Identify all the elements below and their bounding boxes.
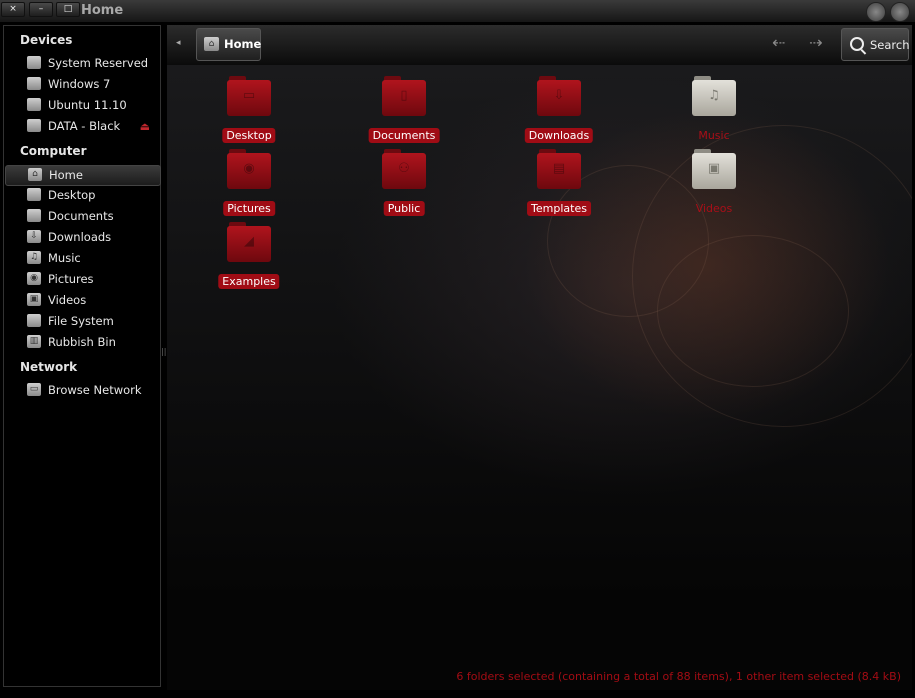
minimize-button[interactable]: – — [29, 2, 53, 17]
devices-header: Devices — [20, 33, 73, 47]
maximize-button[interactable]: □ — [56, 2, 80, 17]
folder-label: Pictures — [223, 201, 275, 216]
videos-folder-icon: ▣ — [692, 149, 736, 189]
sidebar-item-videos[interactable]: ▣ Videos — [5, 291, 159, 310]
status-bar-text: 6 folders selected (containing a total o… — [456, 670, 901, 683]
breadcrumb-label: Home — [224, 37, 262, 51]
sidebar-item-label: Downloads — [48, 230, 112, 244]
sidebar-item-rubbish-bin[interactable]: ▥ Rubbish Bin — [5, 333, 159, 352]
sidebar-item-home[interactable]: ⌂ Home — [5, 165, 161, 186]
folder-label: Templates — [527, 201, 591, 216]
home-folder-icon: ⌂ — [28, 168, 42, 181]
documents-folder-icon: ▯ — [382, 76, 426, 116]
drive-icon — [27, 119, 41, 132]
sidebar-item-windows-7[interactable]: Windows 7 — [5, 75, 159, 94]
sidebar-item-label: Ubuntu 11.10 — [48, 98, 127, 112]
sidebar-item-pictures[interactable]: ◉ Pictures — [5, 270, 159, 289]
sidebar-item-ubuntu[interactable]: Ubuntu 11.10 — [5, 96, 159, 115]
sidebar-item-music[interactable]: ♫ Music — [5, 249, 159, 268]
eject-icon[interactable]: ⏏ — [140, 120, 150, 133]
desktop-folder-icon — [27, 188, 41, 201]
folder-label: Examples — [218, 274, 280, 289]
sidebar-item-file-system[interactable]: File System — [5, 312, 159, 331]
sidebar-item-downloads[interactable]: ⇩ Downloads — [5, 228, 159, 247]
videos-folder-icon: ▣ — [27, 293, 41, 306]
music-folder-icon: ♫ — [27, 251, 41, 264]
drive-icon — [27, 98, 41, 111]
pictures-folder-icon: ◉ — [27, 272, 41, 285]
power-icon[interactable] — [866, 2, 886, 22]
pane-splitter-handle[interactable]: || — [161, 347, 166, 363]
trash-icon: ▥ — [27, 335, 41, 348]
folder-videos[interactable]: ▣ Videos — [664, 149, 764, 215]
sidebar-item-desktop[interactable]: Desktop — [5, 186, 159, 205]
folder-desktop[interactable]: ▭ Desktop — [199, 76, 299, 143]
examples-folder-icon: ◢ — [227, 222, 271, 262]
back-button[interactable]: ⇠ — [772, 33, 785, 52]
pictures-folder-icon: ◉ — [227, 149, 271, 189]
folder-documents[interactable]: ▯ Documents — [354, 76, 454, 143]
public-folder-icon: ⚇ — [382, 149, 426, 189]
computer-header: Computer — [20, 144, 87, 158]
sidebar-item-label: Desktop — [48, 188, 96, 202]
templates-folder-icon: ▤ — [537, 149, 581, 189]
network-header: Network — [20, 360, 78, 374]
breadcrumb-scroll-left-icon[interactable]: ◂ — [176, 38, 181, 48]
folder-examples[interactable]: ◢ Examples — [199, 222, 299, 289]
sidebar-item-label: Rubbish Bin — [48, 335, 116, 349]
documents-folder-icon — [27, 209, 41, 222]
location-toolbar — [167, 25, 912, 65]
sidebar-item-label: Home — [49, 168, 83, 182]
sidebar-item-documents[interactable]: Documents — [5, 207, 159, 226]
folder-label: Documents — [368, 128, 440, 143]
search-button[interactable]: Search — [841, 28, 910, 61]
sidebar-item-label: System Reserved — [48, 56, 149, 70]
network-icon: ▭ — [27, 383, 41, 396]
sidebar-item-browse-network[interactable]: ▭ Browse Network — [5, 381, 159, 400]
sidebar-item-system-reserved[interactable]: System Reserved — [5, 54, 159, 73]
folder-templates[interactable]: ▤ Templates — [509, 149, 609, 216]
drive-icon — [27, 77, 41, 90]
forward-button[interactable]: ⇢ — [809, 33, 822, 52]
folder-music[interactable]: ♫ Music — [664, 76, 764, 142]
folder-downloads[interactable]: ⇩ Downloads — [509, 76, 609, 143]
folder-label: Music — [698, 129, 730, 142]
folder-label: Public — [383, 201, 425, 216]
window-title: Home — [81, 3, 124, 18]
file-view[interactable]: ▭ Desktop ▯ Documents ⇩ Downloads ♫ Musi… — [167, 65, 912, 690]
sidebar-item-label: File System — [48, 314, 114, 328]
downloads-folder-icon: ⇩ — [27, 230, 41, 243]
breadcrumb-home-button[interactable]: ⌂ Home — [196, 28, 261, 61]
window-titlebar: × – □ Home — [0, 0, 915, 23]
search-icon — [850, 37, 864, 51]
folder-label: Desktop — [222, 128, 276, 143]
sidebar-item-label: Windows 7 — [48, 77, 111, 91]
ubuntu-logo-icon[interactable] — [890, 2, 910, 22]
desktop-folder-icon: ▭ — [227, 76, 271, 116]
folder-label: Videos — [695, 202, 733, 215]
downloads-folder-icon: ⇩ — [537, 76, 581, 116]
search-label: Search — [870, 38, 910, 52]
sidebar-item-label: Music — [48, 251, 81, 265]
sidebar-item-data-black[interactable]: DATA - Black ⏏ — [5, 117, 159, 136]
music-folder-icon: ♫ — [692, 76, 736, 116]
sidebar-item-label: Videos — [48, 293, 87, 307]
sidebar-item-label: Documents — [48, 209, 114, 223]
places-sidebar: Devices System Reserved Windows 7 Ubuntu… — [3, 25, 161, 687]
filesystem-icon — [27, 314, 41, 327]
sidebar-item-label: Pictures — [48, 272, 94, 286]
folder-public[interactable]: ⚇ Public — [354, 149, 454, 216]
sidebar-item-label: DATA - Black — [48, 119, 121, 133]
home-folder-icon: ⌂ — [204, 37, 219, 51]
folder-label: Downloads — [524, 128, 594, 143]
folder-pictures[interactable]: ◉ Pictures — [199, 149, 299, 216]
drive-icon — [27, 56, 41, 69]
close-button[interactable]: × — [1, 2, 25, 17]
sidebar-item-label: Browse Network — [48, 383, 142, 397]
